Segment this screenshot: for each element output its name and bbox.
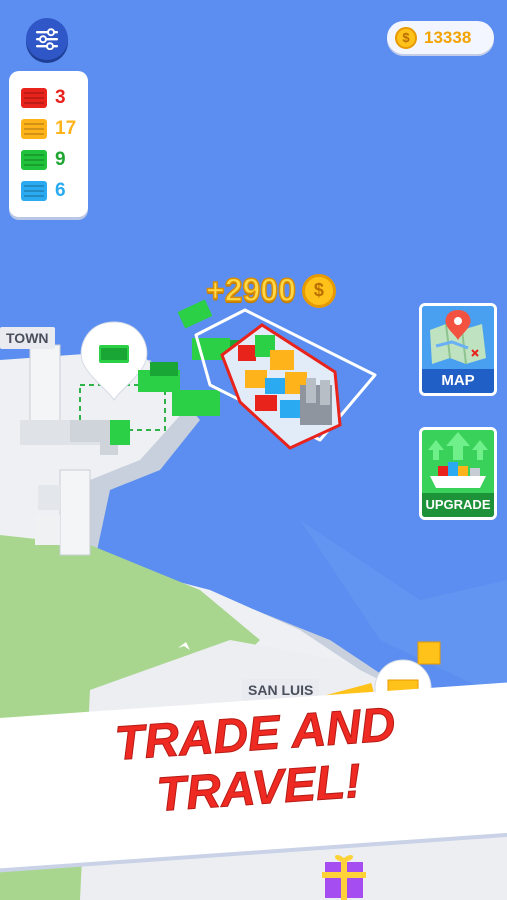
- cargo-row-blue: 6: [21, 180, 66, 202]
- coin-amount: 13338: [424, 27, 472, 47]
- cargo-row-red: 3: [21, 87, 66, 109]
- coin-counter: $ 13338: [387, 21, 494, 54]
- coin-icon: $: [395, 26, 417, 49]
- promo-headline: TRADE AND TRAVEL!: [89, 697, 426, 828]
- reward-amount: +2900: [205, 271, 296, 309]
- map-label: MAP: [422, 369, 494, 393]
- settings-button[interactable]: [26, 18, 68, 60]
- sliders-icon: [36, 28, 58, 50]
- cargo-count: 3: [55, 87, 66, 108]
- green-crate-icon: [21, 150, 47, 170]
- reward-coin-icon: $: [301, 273, 336, 308]
- cargo-row-orange: 17: [21, 118, 76, 140]
- cargo-inventory-panel: 3 17 9 6: [9, 71, 88, 217]
- cargo-count: 6: [55, 180, 66, 201]
- reward-popup: +2900 $: [205, 271, 336, 309]
- cargo-count: 9: [55, 149, 66, 170]
- upgrade-button[interactable]: UPGRADE: [419, 427, 497, 520]
- map-button[interactable]: MAP: [419, 303, 497, 396]
- orange-crate-icon: [21, 119, 47, 139]
- blue-crate-icon: [21, 181, 47, 201]
- upgrade-ship-icon: [422, 430, 494, 494]
- upgrade-label: UPGRADE: [422, 493, 494, 517]
- gold-crate: [417, 641, 441, 665]
- red-crate-icon: [21, 88, 47, 108]
- cargo-row-green: 9: [21, 149, 66, 171]
- town-label: TOWN: [0, 327, 55, 349]
- cargo-count: 17: [55, 118, 77, 139]
- map-icon: [422, 306, 494, 372]
